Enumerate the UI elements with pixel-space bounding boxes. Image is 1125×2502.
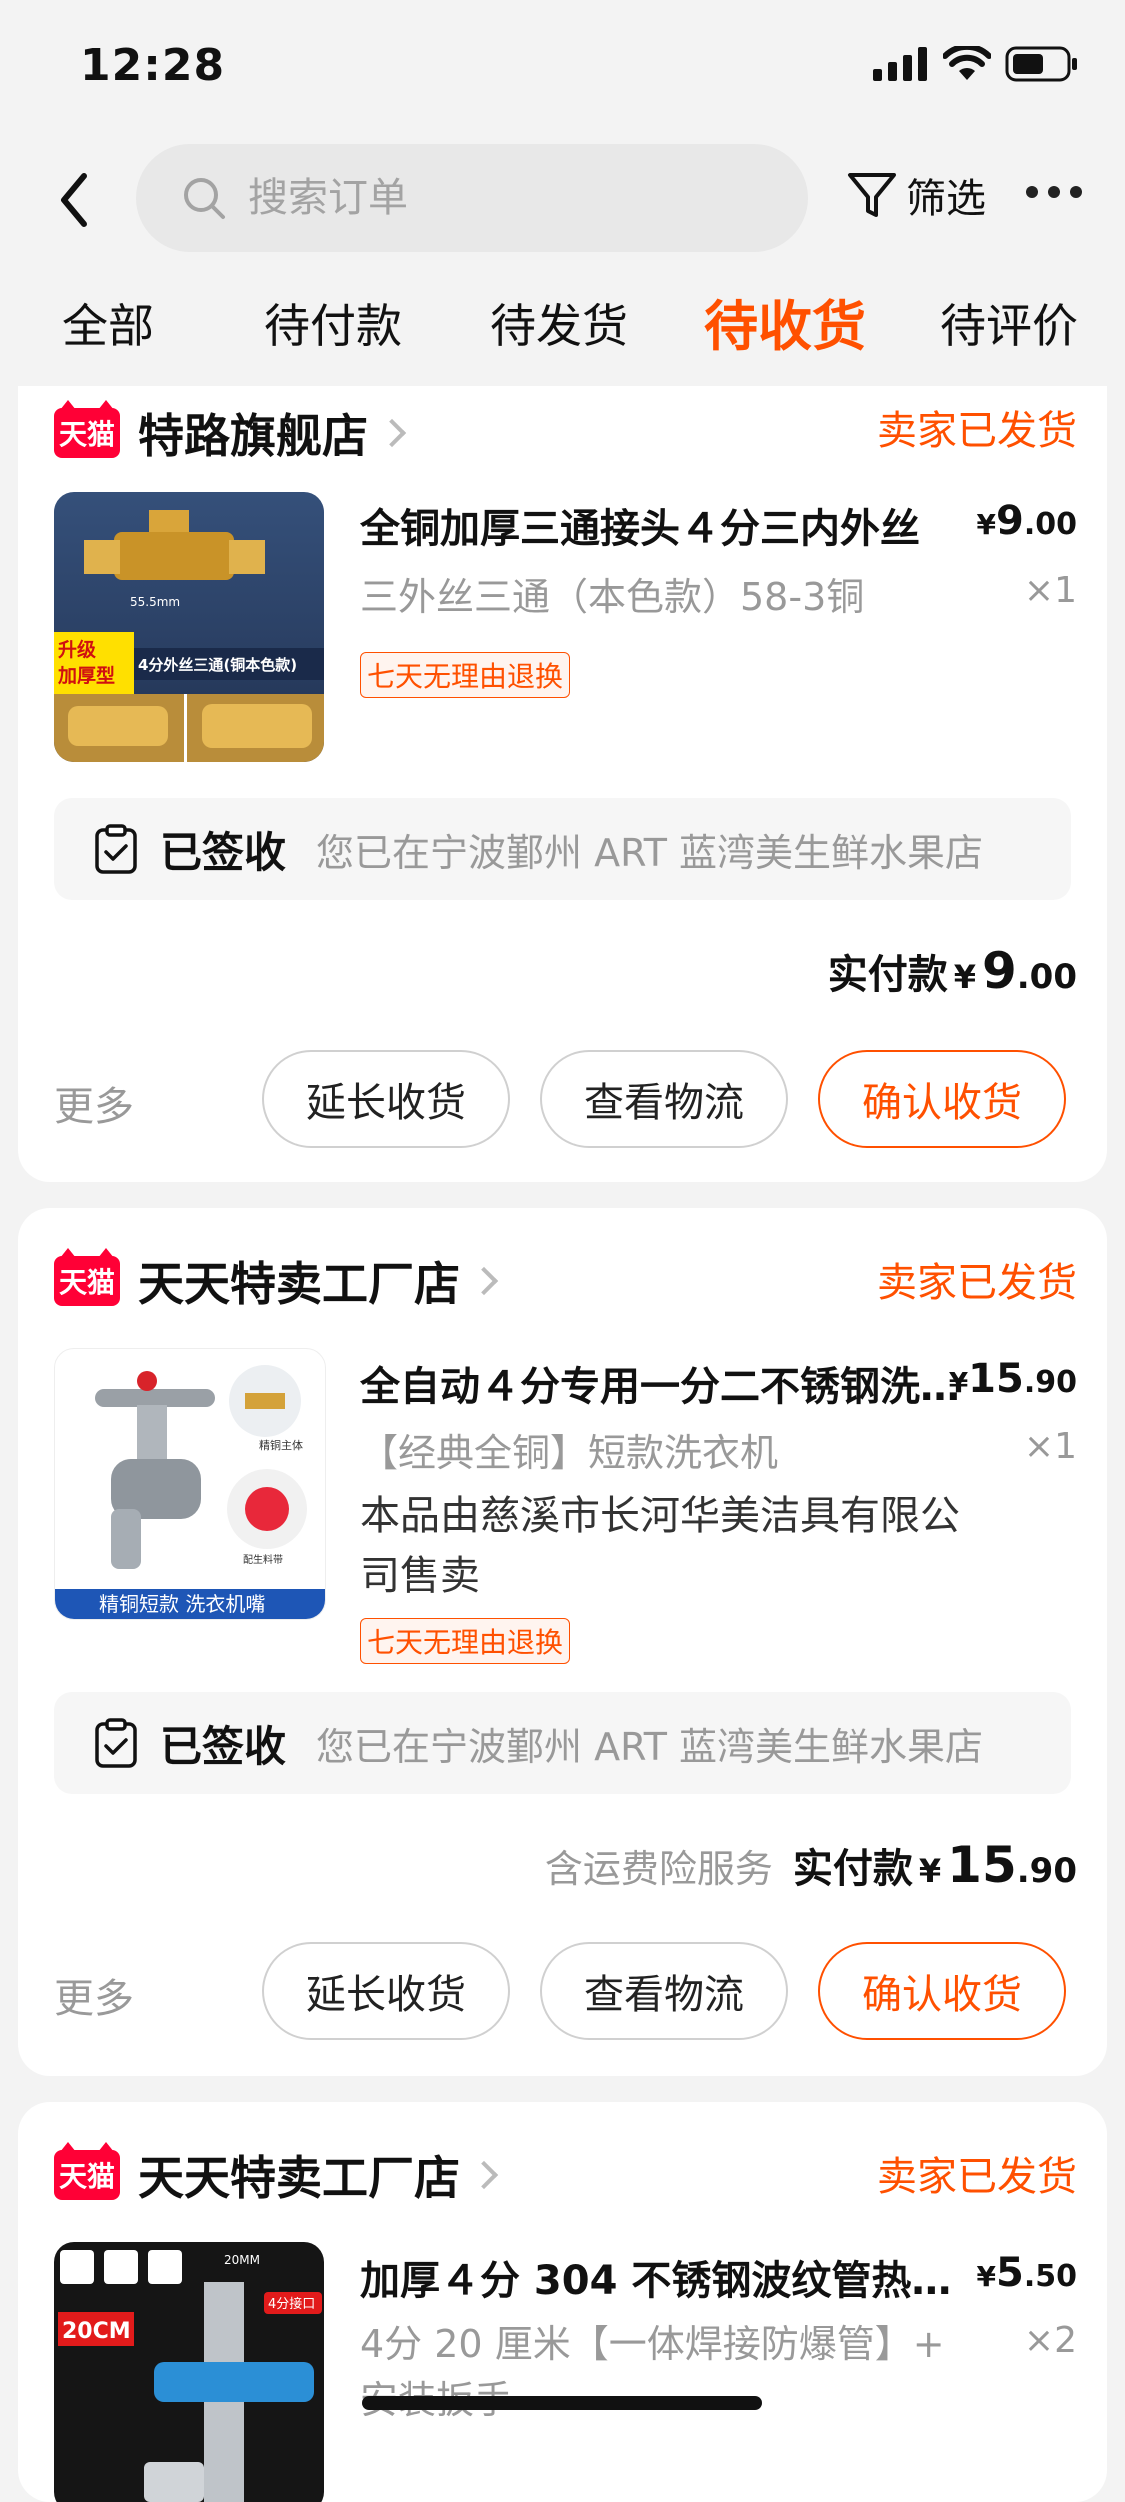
freight-insurance-label: 含运费险服务 xyxy=(544,1847,773,1891)
shop-header[interactable]: 天猫 天天特卖工厂店 xyxy=(54,2142,499,2208)
product-image[interactable]: 55.5mm 升级 加厚型 4分外丝三通(铜本色款) xyxy=(54,492,324,762)
logistics-status: 已签收 xyxy=(160,827,287,877)
filter-button[interactable]: 筛选 xyxy=(846,166,986,224)
amount-paid: 含运费险服务 实付款 ¥15.90 xyxy=(544,1836,1077,1894)
search-bar[interactable] xyxy=(136,144,808,252)
return-policy-tag: 七天无理由退换 xyxy=(360,1618,571,1664)
product-sku: 4分 20 厘米【一体焊接防爆管】+ 安装扳手 xyxy=(360,2322,945,2422)
shop-header[interactable]: 天猫 天天特卖工厂店 xyxy=(54,1248,499,1314)
tmall-badge: 天猫 xyxy=(54,1248,120,1306)
tmall-badge: 天猫 xyxy=(54,2142,120,2200)
battery-icon xyxy=(1005,46,1077,82)
product-title[interactable]: 加厚４分 304 不锈钢波纹管热水器 xyxy=(360,2248,970,2306)
product-sku: 三外丝三通（本色款）58-3铜 xyxy=(360,575,865,619)
order-card: 天猫 天天特卖工厂店 卖家已发货 精铜主体 配生料带 精铜短款 洗衣机嘴 全自动… xyxy=(18,1208,1107,2076)
order-tabs: 全部 待付款 待发货 待收货 待评价 xyxy=(0,290,1125,370)
view-logistics-button[interactable]: 查看物流 xyxy=(540,1050,788,1148)
chevron-right-icon xyxy=(377,418,407,448)
search-input[interactable] xyxy=(246,174,770,222)
shop-name: 特路旗舰店 xyxy=(138,409,368,463)
product-price: ¥9.00 xyxy=(976,498,1077,544)
order-card: 天猫 特路旗舰店 卖家已发货 55.5mm 升级 加厚型 4分外丝三通(铜本色款… xyxy=(18,386,1107,1182)
shop-name: 天天特卖工厂店 xyxy=(138,2151,460,2205)
clipboard-check-icon xyxy=(95,1718,137,1768)
product-quantity: ×2 xyxy=(1023,2320,1077,2361)
confirm-receipt-button[interactable]: 确认收货 xyxy=(818,1942,1066,2040)
search-icon xyxy=(184,178,225,219)
logistics-detail: 您已在宁波鄞州 ART 蓝湾美生鲜水果店 xyxy=(316,830,984,875)
home-indicator xyxy=(362,2396,762,2410)
more-actions-link[interactable]: 更多 xyxy=(54,1074,134,1132)
image-length-label: 20MM xyxy=(224,2253,260,2267)
more-actions-link[interactable]: 更多 xyxy=(54,1966,134,2024)
product-image[interactable]: 20CM 20MM 4分接口 xyxy=(54,2242,324,2502)
order-status: 卖家已发货 xyxy=(877,408,1077,454)
tab-pending-payment[interactable]: 待付款 xyxy=(264,290,402,356)
extend-receipt-button[interactable]: 延长收货 xyxy=(262,1050,510,1148)
image-caption: 精铜短款 洗衣机嘴 xyxy=(99,1592,265,1616)
filter-label: 筛选 xyxy=(906,176,986,222)
logistics-status: 已签收 xyxy=(160,1721,287,1771)
dimension-label: 55.5mm xyxy=(130,595,180,609)
image-size-label: 20CM xyxy=(62,2319,131,2344)
shop-name: 天天特卖工厂店 xyxy=(138,1257,460,1311)
product-image[interactable]: 精铜主体 配生料带 精铜短款 洗衣机嘴 xyxy=(54,1348,326,1620)
view-logistics-button[interactable]: 查看物流 xyxy=(540,1942,788,2040)
product-quantity: ×1 xyxy=(1023,570,1077,611)
filter-icon xyxy=(848,173,896,217)
logistics-detail: 您已在宁波鄞州 ART 蓝湾美生鲜水果店 xyxy=(316,1724,984,1769)
svg-text:4分外丝三通(铜本色款): 4分外丝三通(铜本色款) xyxy=(138,656,297,674)
more-options-icon[interactable] xyxy=(1026,186,1082,198)
confirm-receipt-button[interactable]: 确认收货 xyxy=(818,1050,1066,1148)
return-policy-tag: 七天无理由退换 xyxy=(360,652,571,698)
product-price: ¥5.50 xyxy=(976,2250,1077,2296)
svg-text:加厚型: 加厚型 xyxy=(57,664,115,687)
image-label: 精铜主体 xyxy=(259,1438,303,1452)
order-card: 天猫 天天特卖工厂店 卖家已发货 20CM 20MM 4分接口 加厚４分 304… xyxy=(18,2102,1107,2502)
logistics-bar[interactable]: 已签收 您已在宁波鄞州 ART 蓝湾美生鲜水果店 xyxy=(54,798,1071,900)
clipboard-check-icon xyxy=(95,824,137,874)
chevron-right-icon xyxy=(469,2160,499,2190)
chevron-right-icon xyxy=(469,1266,499,1296)
image-port-label: 4分接口 xyxy=(268,2296,315,2312)
tab-all[interactable]: 全部 xyxy=(62,290,154,356)
status-icons xyxy=(873,46,1079,82)
product-quantity: ×1 xyxy=(1023,1426,1077,1467)
order-status: 卖家已发货 xyxy=(877,1260,1077,1306)
wifi-icon xyxy=(943,46,991,80)
shop-header[interactable]: 天猫 特路旗舰店 xyxy=(54,400,407,466)
product-price: ¥15.90 xyxy=(948,1356,1077,1402)
tab-pending-shipment[interactable]: 待发货 xyxy=(490,290,628,356)
signal-icon xyxy=(873,47,927,81)
logistics-bar[interactable]: 已签收 您已在宁波鄞州 ART 蓝湾美生鲜水果店 xyxy=(54,1692,1071,1794)
back-arrow-icon[interactable] xyxy=(54,170,94,230)
seller-note: 本品由慈溪市长河华美洁具有限公司售卖 xyxy=(360,1493,960,1599)
tmall-badge: 天猫 xyxy=(54,400,120,458)
amount-paid: 实付款 ¥9.00 xyxy=(827,942,1077,1000)
tab-pending-receipt[interactable]: 待收货 xyxy=(704,282,866,361)
product-title[interactable]: 全铜加厚三通接头４分三内外丝 xyxy=(360,496,970,554)
tab-pending-review[interactable]: 待评价 xyxy=(940,290,1078,356)
order-status: 卖家已发货 xyxy=(877,2154,1077,2200)
product-sku: 【经典全铜】短款洗衣机 xyxy=(360,1431,779,1475)
status-time: 12:28 xyxy=(80,40,226,91)
product-title[interactable]: 全自动４分专用一分二不锈钢洗衣机 xyxy=(360,1354,970,1412)
svg-text:升级: 升级 xyxy=(58,638,96,661)
image-label: 配生料带 xyxy=(243,1553,283,1566)
extend-receipt-button[interactable]: 延长收货 xyxy=(262,1942,510,2040)
